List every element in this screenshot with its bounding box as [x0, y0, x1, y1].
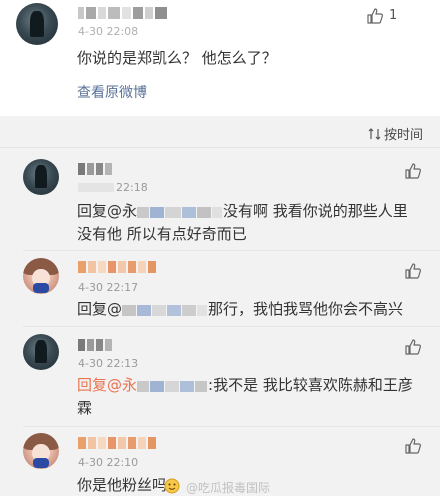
sort-icon	[368, 128, 381, 140]
sort-toggle[interactable]: 按时间	[368, 124, 423, 143]
avatar[interactable]	[16, 3, 58, 45]
divider	[0, 147, 440, 148]
mention-mask	[137, 201, 223, 223]
avatar-figure	[35, 165, 47, 188]
avatar-badge	[33, 458, 49, 468]
username-masked[interactable]	[78, 437, 158, 449]
avatar[interactable]	[23, 433, 59, 469]
comment-time: 22:18	[116, 181, 148, 194]
comment-text: 回复@永 没有啊 我看你说的那些人里没有他 所以有点好奇而已	[77, 200, 422, 245]
comment-time: 4-30 22:10	[78, 456, 139, 469]
view-original-link[interactable]: 查看原微博	[77, 82, 147, 102]
comment-text: 回复@永:我不是 我比较喜欢陈赫和王彦霖	[77, 374, 422, 419]
like-icon[interactable]	[405, 438, 421, 454]
post-time: 4-30 22:08	[78, 25, 139, 38]
watermark: @吃瓜报毒国际	[186, 481, 271, 495]
post-text: 你说的是郑凯么？ 他怎么了？	[77, 49, 277, 67]
username-masked[interactable]	[78, 7, 169, 19]
emoji-icon	[164, 478, 180, 494]
mention[interactable]: 回复@永	[77, 376, 137, 394]
like-icon[interactable]	[367, 8, 383, 24]
mention-mask	[122, 299, 208, 321]
comment-text: 回复@ 那行，我怕我骂他你会不高兴	[77, 298, 422, 321]
avatar-badge	[33, 283, 49, 293]
username-masked[interactable]	[78, 261, 158, 273]
like-icon[interactable]	[405, 163, 421, 179]
comment-time: 4-30 22:17	[78, 281, 139, 294]
comment-time: 4-30 22:13	[78, 357, 139, 370]
mention[interactable]: 回复@	[77, 300, 122, 318]
avatar-figure	[35, 340, 47, 363]
mention[interactable]: 回复@永	[77, 202, 137, 220]
avatar[interactable]	[23, 334, 59, 370]
divider	[23, 326, 440, 327]
sort-label: 按时间	[384, 128, 424, 143]
username-masked[interactable]	[78, 339, 114, 351]
like-icon[interactable]	[405, 263, 421, 279]
time-mask	[78, 183, 114, 192]
mention-mask	[137, 375, 208, 397]
avatar[interactable]	[23, 258, 59, 294]
like-count: 1	[389, 8, 398, 23]
divider	[23, 250, 440, 251]
avatar[interactable]	[23, 159, 59, 195]
username-masked[interactable]	[78, 163, 114, 175]
reply-text: 你是他粉丝吗	[77, 476, 168, 494]
avatar-figure	[30, 10, 44, 37]
like-icon[interactable]	[405, 339, 421, 355]
reply-text: 那行，我怕我骂他你会不高兴	[208, 300, 404, 318]
divider	[23, 426, 440, 427]
